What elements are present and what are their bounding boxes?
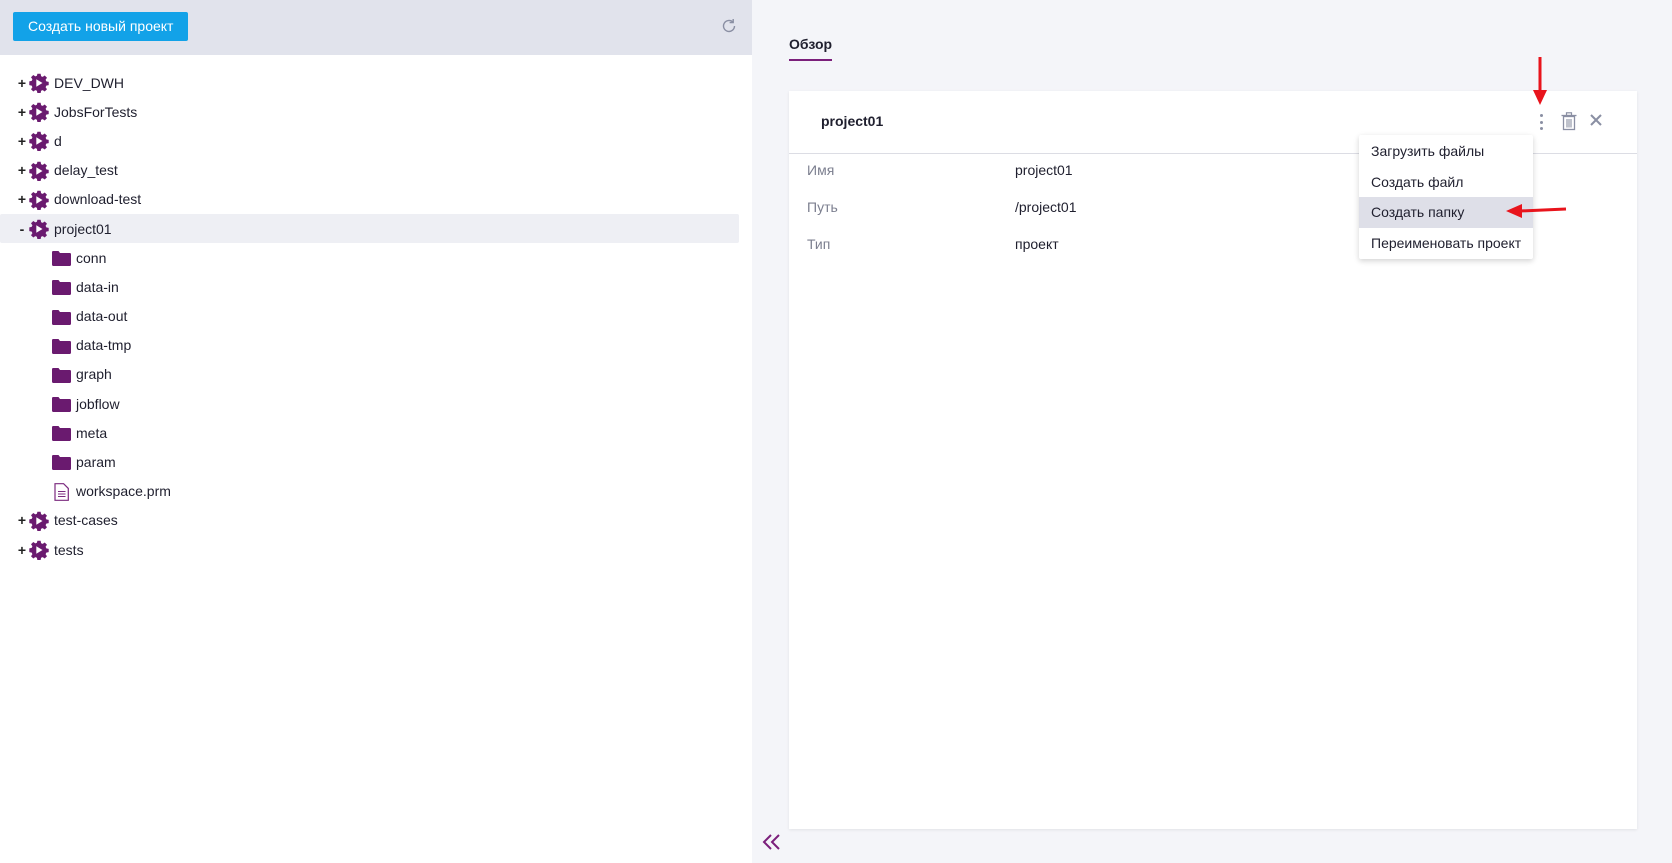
project-gear-icon bbox=[29, 102, 49, 123]
folder-icon bbox=[52, 397, 71, 413]
expand-toggle[interactable]: + bbox=[17, 513, 27, 527]
card-title: project01 bbox=[821, 113, 884, 129]
collapse-toggle[interactable]: - bbox=[17, 222, 27, 236]
property-key: Путь bbox=[807, 199, 838, 215]
tree-item-label[interactable]: data-in bbox=[76, 279, 119, 295]
tree-project-row[interactable]: + d bbox=[0, 126, 752, 155]
property-value: project01 bbox=[1015, 162, 1073, 178]
menu-item-upload-files[interactable]: Загрузить файлы bbox=[1359, 136, 1533, 167]
tree-project-row[interactable]: + download-test bbox=[0, 185, 752, 214]
file-icon bbox=[54, 482, 69, 501]
tree-project-label[interactable]: download-test bbox=[54, 191, 141, 207]
tree-file-row[interactable]: workspace.prm bbox=[0, 477, 752, 506]
folder-icon bbox=[52, 251, 71, 267]
project-gear-icon bbox=[29, 219, 49, 240]
trash-icon[interactable] bbox=[1561, 112, 1577, 131]
close-icon[interactable] bbox=[1589, 113, 1603, 127]
expand-toggle[interactable]: + bbox=[17, 134, 27, 148]
tree-project-row[interactable]: + delay_test bbox=[0, 156, 752, 185]
tree-project-row[interactable]: + tests bbox=[0, 535, 752, 564]
property-key: Имя bbox=[807, 162, 835, 178]
tree-toolbar: Создать новый проект bbox=[0, 0, 752, 55]
expand-toggle[interactable]: + bbox=[17, 105, 27, 119]
tree-project-row[interactable]: + test-cases bbox=[0, 506, 752, 535]
project-gear-icon bbox=[29, 161, 49, 181]
menu-item-create-file[interactable]: Создать файл bbox=[1359, 167, 1533, 198]
tree-folder-row[interactable]: jobflow bbox=[0, 389, 752, 418]
tree-project-label[interactable]: d bbox=[54, 133, 62, 149]
property-value: проект bbox=[1015, 236, 1059, 252]
more-options-icon[interactable] bbox=[1535, 111, 1547, 133]
tree-project-row[interactable]: - project01 bbox=[0, 213, 739, 244]
expand-toggle[interactable]: + bbox=[17, 163, 27, 177]
tree-folder-row[interactable]: data-in bbox=[0, 272, 752, 301]
folder-icon bbox=[52, 338, 71, 354]
refresh-icon[interactable] bbox=[720, 17, 738, 35]
expand-toggle[interactable]: + bbox=[17, 543, 27, 557]
tree-project-label[interactable]: JobsForTests bbox=[54, 104, 137, 120]
tree-item-label[interactable]: jobflow bbox=[76, 396, 120, 412]
tree-folder-row[interactable]: param bbox=[0, 447, 752, 476]
tree-item-label[interactable]: workspace.prm bbox=[76, 483, 171, 499]
context-menu: Загрузить файлы Создать файл Создать пап… bbox=[1359, 135, 1533, 259]
tree-item-label[interactable]: meta bbox=[76, 425, 107, 441]
project-gear-icon bbox=[29, 540, 49, 561]
project-tree-panel: Создать новый проект + DEV_DWH + JobsForTes… bbox=[0, 0, 752, 863]
folder-icon bbox=[52, 309, 71, 325]
folder-icon bbox=[52, 367, 71, 383]
tree-project-row[interactable]: + DEV_DWH bbox=[0, 68, 752, 97]
property-key: Тип bbox=[807, 236, 831, 252]
create-project-button[interactable]: Создать новый проект bbox=[13, 12, 189, 41]
tree-folder-row[interactable]: data-tmp bbox=[0, 331, 752, 360]
expand-toggle[interactable]: + bbox=[17, 192, 27, 206]
folder-icon bbox=[52, 455, 71, 471]
menu-item-create-folder[interactable]: Создать папку bbox=[1359, 197, 1533, 228]
tree-folder-row[interactable]: conn bbox=[0, 243, 752, 272]
tree-project-row[interactable]: + JobsForTests bbox=[0, 97, 752, 126]
tree-folder-row[interactable]: graph bbox=[0, 360, 752, 389]
tree-item-label[interactable]: graph bbox=[76, 366, 112, 382]
tree-item-label[interactable]: param bbox=[76, 454, 116, 470]
tree-folder-row[interactable]: data-out bbox=[0, 302, 752, 331]
tree-project-label[interactable]: delay_test bbox=[54, 162, 118, 178]
tree-project-label[interactable]: project01 bbox=[54, 221, 112, 237]
tab-overview[interactable]: Обзор bbox=[789, 36, 833, 61]
project-gear-icon bbox=[29, 73, 49, 94]
expand-toggle[interactable]: + bbox=[17, 76, 27, 90]
folder-icon bbox=[52, 426, 71, 442]
collapse-panel-icon[interactable] bbox=[760, 830, 784, 854]
tree-project-label[interactable]: tests bbox=[54, 542, 84, 558]
property-value: /project01 bbox=[1015, 199, 1077, 215]
tree-folder-row[interactable]: meta bbox=[0, 418, 752, 447]
project-tree: + DEV_DWH + JobsForTests + d + delay_test + downl… bbox=[0, 68, 752, 564]
project-gear-icon bbox=[29, 190, 49, 210]
project-gear-icon bbox=[29, 131, 49, 152]
project-gear-icon bbox=[29, 511, 49, 532]
tree-item-label[interactable]: conn bbox=[76, 250, 106, 266]
tree-project-label[interactable]: test-cases bbox=[54, 512, 118, 528]
tree-item-label[interactable]: data-tmp bbox=[76, 337, 131, 353]
details-panel: Обзор project01 Имя project01 Путь /proj… bbox=[752, 0, 1672, 863]
tree-project-label[interactable]: DEV_DWH bbox=[54, 75, 124, 91]
tree-item-label[interactable]: data-out bbox=[76, 308, 127, 324]
folder-icon bbox=[52, 280, 71, 296]
menu-item-rename-project[interactable]: Переименовать проект bbox=[1359, 228, 1533, 259]
